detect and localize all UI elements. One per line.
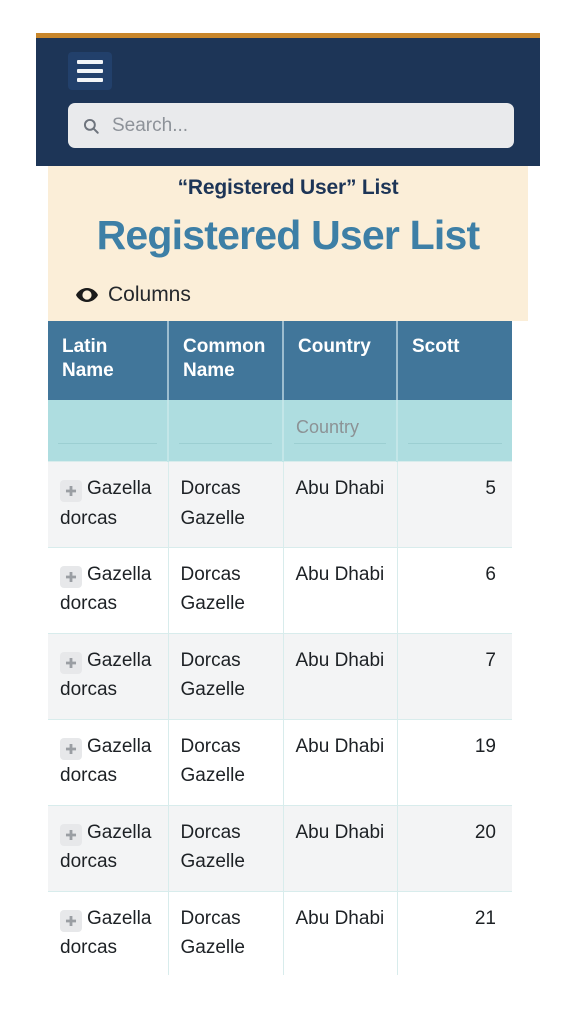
cell-scott: 6 [397, 547, 512, 634]
page-content: “Registered User” List Registered User L… [36, 166, 540, 975]
columns-toggle-button[interactable]: Columns [75, 283, 191, 307]
table-row[interactable]: Gazella dorcas Dorcas Gazelle Abu Dhabi 6 [48, 547, 512, 634]
cell-common-name: Dorcas Gazelle [168, 804, 284, 892]
filter-cell-latin-name [48, 399, 169, 462]
table-row[interactable]: Gazella dorcas Dorcas Gazelle Abu Dhabi 5 [48, 461, 512, 548]
cell-common-name: Dorcas Gazelle [168, 718, 284, 806]
cell-latin-name: Gazella dorcas [48, 718, 169, 806]
column-header-common-name[interactable]: Common Name [168, 321, 284, 400]
filter-cell-common-name [168, 399, 284, 462]
menu-bar [77, 60, 103, 64]
cell-scott: 19 [397, 718, 512, 806]
plus-expand-icon[interactable] [60, 480, 82, 503]
search-icon [83, 118, 99, 134]
app-viewport: “Registered User” List Registered User L… [36, 33, 540, 975]
table-filter-row [48, 399, 512, 462]
columns-toggle-label: Columns [108, 283, 191, 307]
cell-latin-name: Gazella dorcas [48, 547, 169, 634]
filter-cell-scott [397, 399, 512, 462]
cell-common-name: Dorcas Gazelle [168, 461, 284, 548]
cell-scott: 21 [397, 890, 512, 975]
menu-bar [77, 69, 103, 73]
table-body: Gazella dorcas Dorcas Gazelle Abu Dhabi 5 Ga… [48, 461, 512, 975]
cell-country: Abu Dhabi [283, 890, 398, 975]
cell-latin-name: Gazella dorcas [48, 804, 169, 892]
hamburger-menu-icon[interactable] [68, 52, 112, 90]
cell-scott: 5 [397, 461, 512, 548]
filter-input-common-name[interactable] [179, 414, 272, 445]
cell-common-name: Dorcas Gazelle [168, 890, 284, 975]
table-header: Latin Name Common Name Country Scott [48, 321, 512, 462]
filter-input-scott[interactable] [408, 414, 502, 445]
column-header-country[interactable]: Country [283, 321, 398, 400]
cell-scott: 20 [397, 804, 512, 892]
page-title: Registered User List [96, 212, 481, 258]
table-scroll-container[interactable]: Latin Name Common Name Country Scott Cou… [48, 321, 528, 975]
cell-latin-name: Gazella dorcas [48, 632, 169, 720]
plus-expand-icon[interactable] [60, 909, 82, 932]
column-header-latin-name[interactable]: Latin Name [48, 321, 169, 400]
table-row[interactable]: Gazella dorcas Dorcas Gazelle Abu Dhabi 21 [48, 890, 512, 975]
search-bar[interactable] [68, 103, 514, 148]
filter-input-latin-name[interactable] [58, 414, 157, 445]
filter-input-country[interactable] [294, 414, 386, 445]
cell-country: Abu Dhabi [283, 804, 398, 892]
cell-latin-name: Gazella dorcas [48, 890, 169, 975]
navbar [36, 38, 540, 166]
menu-bar [77, 78, 103, 82]
cell-country: Abu Dhabi [283, 718, 398, 806]
cell-scott: 7 [397, 632, 512, 720]
table-row[interactable]: Gazella dorcas Dorcas Gazelle Abu Dhabi 20 [48, 804, 512, 892]
card-subtitle: “Registered User” List [177, 176, 399, 199]
cell-country: Abu Dhabi [283, 547, 398, 634]
registered-user-table: Latin Name Common Name Country Scott Cou… [48, 321, 512, 975]
table-row[interactable]: Gazella dorcas Dorcas Gazelle Abu Dhabi 7 [48, 632, 512, 720]
plus-expand-icon[interactable] [60, 651, 82, 674]
plus-expand-icon[interactable] [60, 737, 82, 760]
cell-common-name: Dorcas Gazelle [168, 632, 284, 720]
cell-country: Abu Dhabi [283, 632, 398, 720]
plus-expand-icon[interactable] [60, 823, 82, 846]
column-header-scott[interactable]: Scott [397, 321, 512, 400]
table-header-row: Latin Name Common Name Country Scott [48, 321, 512, 400]
plus-expand-icon[interactable] [60, 566, 82, 589]
cell-country: Abu Dhabi [283, 461, 398, 548]
eye-icon [76, 288, 98, 303]
cell-common-name: Dorcas Gazelle [168, 547, 284, 634]
search-input[interactable] [112, 114, 500, 137]
registered-user-card: “Registered User” List Registered User L… [48, 166, 528, 322]
filter-cell-country [283, 399, 398, 462]
table-row[interactable]: Gazella dorcas Dorcas Gazelle Abu Dhabi 19 [48, 718, 512, 806]
cell-latin-name: Gazella dorcas [48, 461, 169, 548]
